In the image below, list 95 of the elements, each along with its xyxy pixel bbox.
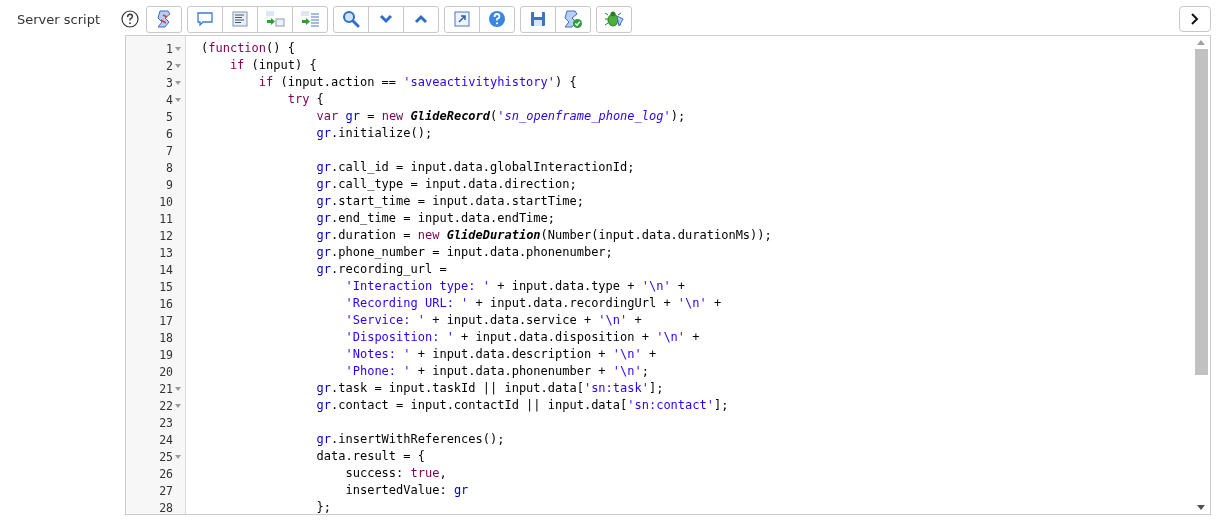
line-number: 28 (159, 500, 173, 514)
line-number: 5 (166, 109, 173, 124)
line-number: 26 (159, 466, 173, 481)
line-number: 11 (159, 211, 173, 226)
line-number: 14 (159, 262, 173, 277)
chevron-right-icon (1190, 12, 1200, 26)
line-number: 22 (159, 398, 173, 413)
code-editor[interactable] (125, 35, 1211, 515)
toolbar-button[interactable] (403, 5, 439, 33)
toolbar-button[interactable] (333, 5, 369, 33)
line-number: 3 (166, 75, 173, 90)
bug-icon (604, 10, 624, 28)
toolbar-button[interactable] (222, 5, 258, 33)
toolbar-button[interactable] (596, 5, 632, 33)
text-lines-icon (232, 11, 248, 27)
toolbar-button[interactable] (257, 5, 293, 33)
fold-arrow-icon[interactable] (175, 80, 181, 85)
chevron-down-icon (379, 14, 393, 24)
text-replace-icon (300, 10, 320, 28)
line-number: 24 (159, 432, 173, 447)
code-line: if (input.action == 'saveactivityhistory') { (257, 74, 577, 91)
code-line: try { (286, 91, 324, 108)
toolbar-button[interactable] (520, 5, 556, 33)
line-number: 18 (159, 330, 173, 345)
line-number: 13 (159, 245, 173, 260)
line-number: 7 (166, 143, 173, 158)
code-line: 'Interaction type: ' + input.data.type + '\n' + (344, 278, 686, 295)
code-line: gr.contact = input.contactId || input.data['sn:contact']; (315, 397, 729, 414)
fold-arrow-icon[interactable] (175, 46, 181, 51)
scrollbar-thumb[interactable] (1194, 49, 1208, 375)
fold-arrow-icon[interactable] (175, 63, 181, 68)
expand-icon (454, 11, 470, 27)
line-number: 25 (159, 449, 173, 464)
field-label: Server script (16, 11, 101, 29)
code-line: var gr = new GlideRecord('sn_openframe_phone_log'); (315, 108, 686, 125)
line-number: 17 (159, 313, 173, 328)
line-number: 2 (166, 58, 173, 73)
code-line: if (input) { (228, 57, 317, 74)
scroll-down-icon[interactable] (1197, 505, 1205, 510)
code-line: gr.task = input.taskId || input.data['sn:task']; (315, 380, 664, 397)
line-number: 10 (159, 194, 173, 209)
expand-button[interactable] (1179, 6, 1211, 32)
toolbar-button[interactable] (187, 5, 223, 33)
line-number: 1 (166, 41, 173, 56)
line-number: 9 (166, 177, 173, 192)
help-icon[interactable] (121, 10, 139, 28)
code-line: gr.end_time = input.data.endTime; (315, 210, 555, 227)
code-line: gr.duration = new GlideDuration(Number(input.data.durationMs)); (315, 227, 772, 244)
fold-arrow-icon[interactable] (175, 454, 181, 459)
code-line: }; (315, 499, 332, 514)
fold-arrow-icon[interactable] (175, 97, 181, 102)
line-number: 19 (159, 347, 173, 362)
code-line: gr.call_type = input.data.direction; (315, 176, 577, 193)
scroll-up-icon[interactable] (1197, 40, 1205, 45)
line-number: 27 (159, 483, 173, 498)
toolbar-button[interactable] (146, 5, 182, 33)
line-number: 6 (166, 126, 173, 141)
code-line: 'Phone: ' + input.data.phonenumber + '\n'; (344, 363, 649, 380)
line-number: 15 (159, 279, 173, 294)
toolbar-button[interactable] (479, 5, 515, 33)
code-line: gr.insertWithReferences(); (315, 431, 505, 448)
toolbar-button[interactable] (444, 5, 480, 33)
chevron-up-icon (414, 14, 428, 24)
code-line: gr.initialize(); (315, 125, 433, 142)
code-line: 'Notes: ' + input.data.description + '\n' + (344, 346, 657, 363)
toolbar-button[interactable] (555, 5, 591, 33)
code-line: data.result = { (315, 448, 425, 465)
fold-arrow-icon[interactable] (175, 403, 181, 408)
code-line: success: true, (344, 465, 447, 482)
code-line: (function() { (201, 40, 295, 57)
save-icon (530, 11, 546, 27)
line-number: 20 (159, 364, 173, 379)
help-icon (488, 10, 506, 28)
code-line: insertedValue: gr (344, 482, 469, 499)
code-line: 'Service: ' + input.data.service + '\n' + (344, 312, 642, 329)
toolbar-button[interactable] (368, 5, 404, 33)
line-number: 16 (159, 296, 173, 311)
script-icon (155, 9, 173, 29)
code-line: gr.start_time = input.data.startTime; (315, 193, 584, 210)
code-line: gr.call_id = input.data.globalInteractionId; (315, 159, 635, 176)
fold-arrow-icon[interactable] (175, 386, 181, 391)
speech-bubble-icon (196, 11, 214, 27)
script-check-icon (563, 9, 583, 29)
code-line: 'Disposition: ' + input.data.disposition + '\n' + (344, 329, 700, 346)
code-line: gr.recording_url = (315, 261, 447, 278)
line-number: 21 (159, 381, 173, 396)
line-number: 12 (159, 228, 173, 243)
toolbar-button[interactable] (292, 5, 328, 33)
line-number: 8 (166, 160, 173, 175)
code-line: 'Recording URL: ' + input.data.recordingUrl + '\n' + (344, 295, 722, 312)
code-line: gr.phone_number = input.data.phonenumber; (315, 244, 613, 261)
text-replace-icon (265, 10, 285, 28)
line-number: 23 (159, 415, 173, 430)
line-number: 4 (166, 92, 173, 107)
search-icon (342, 10, 360, 28)
